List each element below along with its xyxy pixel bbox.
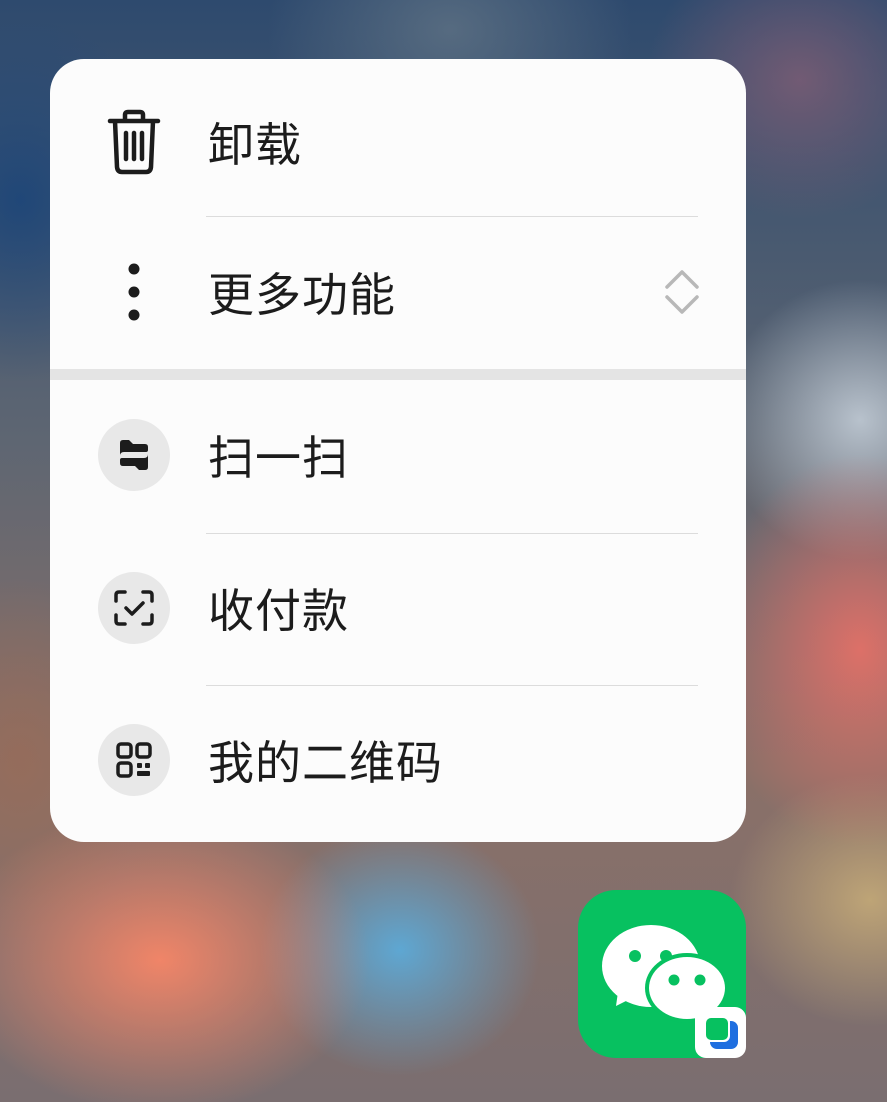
menu-item-uninstall[interactable]: 卸载 bbox=[50, 67, 746, 217]
clone-app-badge-icon bbox=[695, 1007, 746, 1058]
menu-item-more-functions[interactable]: 更多功能 bbox=[50, 217, 746, 367]
menu-item-label: 收付款 bbox=[208, 584, 349, 638]
menu-item-label: 更多功能 bbox=[208, 268, 396, 322]
menu-item-scan[interactable]: 扫一扫 bbox=[50, 380, 746, 530]
qrcode-icon bbox=[98, 724, 170, 796]
more-vertical-icon bbox=[98, 256, 170, 328]
pay-check-icon bbox=[98, 572, 170, 644]
scan-icon bbox=[98, 419, 170, 491]
menu-item-my-qrcode[interactable]: 我的二维码 bbox=[50, 685, 746, 835]
section-divider bbox=[50, 369, 746, 380]
menu-item-label: 我的二维码 bbox=[208, 736, 443, 790]
expand-updown-icon bbox=[665, 270, 699, 314]
app-context-menu: 卸载 更多功能 扫一扫 收付款 我的二维码 bbox=[50, 59, 746, 842]
menu-item-label: 卸载 bbox=[208, 118, 302, 172]
menu-item-pay[interactable]: 收付款 bbox=[50, 533, 746, 683]
trash-icon bbox=[98, 106, 170, 178]
menu-item-label: 扫一扫 bbox=[208, 431, 349, 485]
